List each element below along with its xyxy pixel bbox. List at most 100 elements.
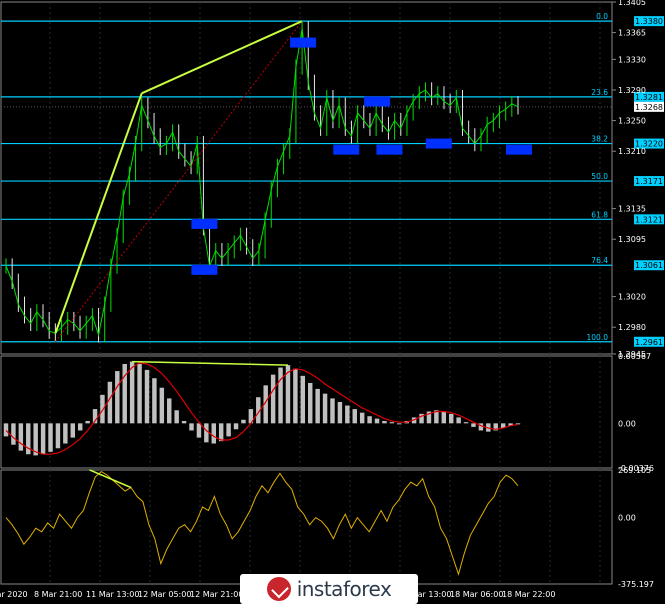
macd-axis: 0.005670.00-0.00376 — [618, 352, 654, 473]
macd-bar — [463, 422, 469, 424]
macd-bar — [107, 381, 113, 424]
macd-bar — [308, 382, 313, 424]
support-box — [364, 96, 391, 107]
support-box — [333, 144, 360, 155]
fib-ratio-label: 23.6 — [591, 88, 608, 97]
support-box — [425, 138, 452, 149]
macd-bar — [397, 423, 402, 425]
macd-bar — [189, 423, 194, 431]
time-tick-label: 12 Mar 05:00 — [138, 590, 191, 599]
price-tick-label: 1.3405 — [618, 0, 646, 7]
macd-bar — [471, 423, 476, 427]
macd-tick-label: 0.00 — [618, 419, 636, 428]
macd-bar — [330, 398, 335, 424]
time-tick-label: 12 Mar 21:00 — [190, 590, 243, 599]
panel-frame — [0, 355, 613, 469]
current-price-label: 1.3268 — [635, 103, 663, 112]
macd-bar — [63, 423, 68, 444]
time-tick-label: 18 Mar 22:00 — [502, 590, 555, 599]
time-tick-label: 8 Mar 21:00 — [34, 590, 82, 599]
macd-bar — [204, 423, 209, 443]
macd-bar — [77, 423, 83, 431]
fib-ratio-label: 0.0 — [596, 12, 608, 21]
macd-bar — [211, 423, 216, 444]
chart-canvas: 0.01.338023.61.328138.21.322050.01.31716… — [0, 0, 664, 599]
macd-bar — [322, 393, 328, 424]
macd-bar — [159, 387, 165, 424]
macd-bar — [218, 423, 224, 442]
macd-bar — [11, 423, 16, 445]
logo-text: instaforex — [296, 577, 392, 601]
price-tick-label: 1.3095 — [618, 235, 646, 244]
macd-bar — [352, 409, 357, 424]
fib-ratio-label: 38.2 — [591, 135, 608, 144]
price-tick-label: 1.3135 — [618, 205, 646, 214]
macd-bar — [278, 367, 283, 424]
support-box — [191, 218, 218, 229]
support-box — [506, 144, 532, 155]
price-tick-label: 1.3020 — [618, 293, 646, 302]
macd-bar — [70, 423, 76, 438]
macd-bar — [226, 423, 231, 437]
panel-frame — [0, 469, 613, 585]
fib-price-label: 1.3171 — [635, 177, 663, 186]
time-tick-label: 18 Mar 06:00 — [450, 590, 503, 599]
macd-bar — [3, 423, 9, 437]
macd-bar — [18, 423, 24, 451]
macd-bar — [100, 394, 105, 424]
macd-tick-label: 0.00567 — [618, 352, 651, 361]
macd-bar — [345, 405, 350, 424]
macd-bar — [241, 419, 246, 424]
macd-bar — [233, 423, 239, 430]
cci-axis: 269.105 0.00 -375.197 — [618, 466, 654, 589]
macd-bar — [448, 413, 454, 424]
macd-bar — [137, 363, 142, 424]
check-icon — [266, 577, 291, 601]
macd-bar — [374, 418, 380, 424]
time-tick-label: 8 Mar 2020 — [0, 590, 28, 599]
support-box — [376, 144, 403, 155]
cci-tick-label: 269.105 — [618, 466, 651, 475]
macd-bar — [293, 368, 298, 424]
instaforex-logo: instaforex — [240, 574, 418, 604]
panel-frame — [0, 1, 613, 355]
time-tick-label: 11 Mar 13:00 — [86, 590, 139, 599]
fib-price-label: 1.3061 — [635, 261, 663, 270]
macd-bar — [167, 398, 172, 424]
macd-bar — [55, 423, 61, 449]
macd-bar — [300, 375, 306, 424]
macd-bar — [315, 388, 320, 424]
fib-ratio-label: 61.8 — [591, 210, 608, 219]
macd-bar — [441, 411, 447, 424]
macd-bar — [129, 361, 135, 424]
macd-bar — [115, 371, 120, 424]
macd-bar — [122, 363, 127, 424]
macd-bar — [174, 410, 179, 424]
macd-bar — [456, 417, 461, 424]
macd-bar — [389, 422, 395, 424]
macd-bar — [367, 416, 372, 424]
price-tick-label: 1.3250 — [618, 117, 646, 126]
price-tick-label: 1.3290 — [618, 86, 646, 95]
support-box — [191, 264, 218, 275]
price-tick-label: 1.3210 — [618, 147, 646, 156]
macd-bar — [270, 374, 276, 424]
macd-bar — [40, 423, 46, 455]
macd-bar — [337, 401, 343, 424]
macd-bar — [152, 378, 157, 424]
fib-price-label: 1.3121 — [635, 215, 663, 224]
macd-bar — [48, 423, 53, 452]
cci-tick-label: 0.00 — [618, 514, 636, 523]
fib-price-label: 1.3380 — [635, 17, 663, 26]
fib-ratio-label: 76.4 — [591, 256, 608, 265]
macd-bar — [85, 420, 90, 424]
price-tick-label: 1.2980 — [618, 323, 646, 332]
macd-bar — [196, 423, 202, 438]
price-tick-label: 1.3330 — [618, 55, 646, 64]
fib-ratio-label: 100.0 — [587, 333, 609, 342]
macd-bar — [359, 412, 365, 424]
macd-bar — [382, 420, 387, 424]
cci-tick-label: -375.197 — [618, 580, 654, 589]
support-box — [290, 37, 317, 48]
macd-bar — [144, 369, 150, 424]
